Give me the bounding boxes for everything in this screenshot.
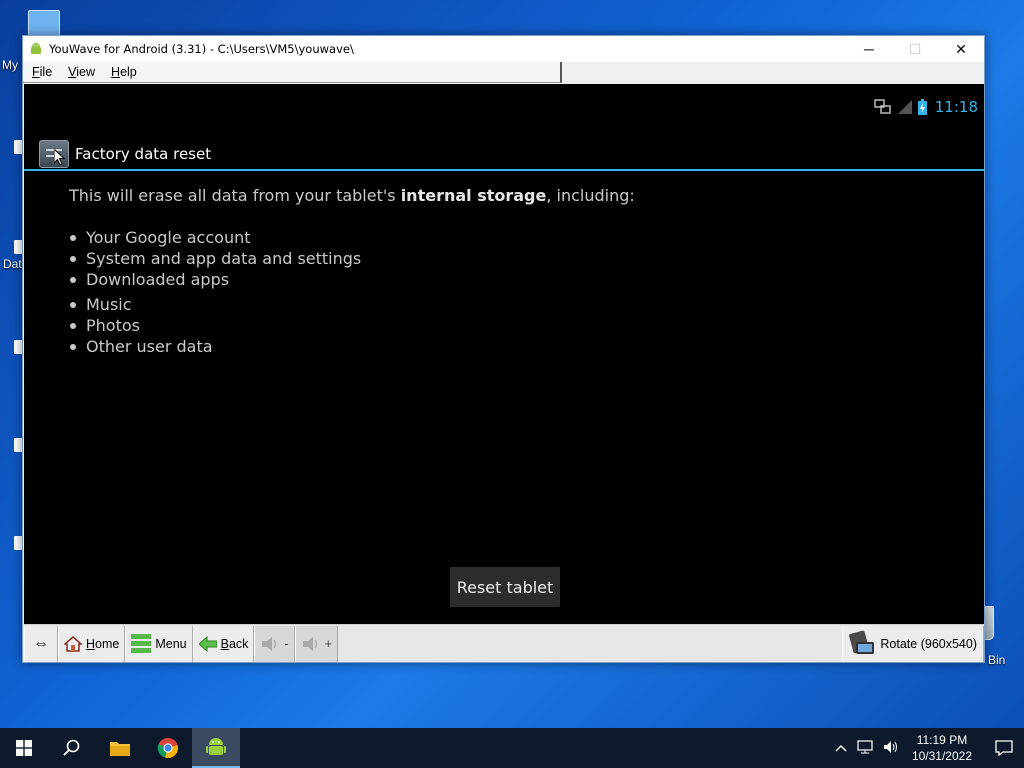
list-item-text: Your Google account	[86, 228, 251, 247]
intro-text: This will erase all data from your table…	[69, 186, 635, 205]
resize-icon: ⇔	[33, 634, 49, 652]
menubar: File View Help	[23, 62, 984, 83]
home-button[interactable]: Home	[58, 625, 126, 662]
android-screen[interactable]: 11:18 Factory data reset This will erase…	[24, 84, 984, 624]
menu-view-label: iew	[76, 65, 96, 79]
network-icon	[874, 99, 891, 114]
reset-tablet-button[interactable]: Reset tablet	[450, 567, 560, 607]
window-title: YouWave for Android (3.31) - C:\Users\VM…	[49, 42, 354, 56]
window-titlebar[interactable]: YouWave for Android (3.31) - C:\Users\VM…	[23, 36, 984, 62]
taskbar-clock[interactable]: 11:19 PM 10/31/2022	[912, 732, 972, 764]
windows-logo-icon	[16, 740, 32, 756]
minimize-button[interactable]: ─	[846, 36, 892, 62]
android-app-icon	[31, 43, 41, 54]
back-button[interactable]: Back	[192, 625, 255, 662]
intro-prefix: This will erase all data from your table…	[69, 186, 401, 205]
volume-up-label: +	[324, 636, 332, 651]
youwave-taskbar-button[interactable]	[192, 728, 240, 768]
back-label: Back	[220, 636, 249, 651]
chrome-icon	[157, 738, 178, 758]
emulator-toolbar: ⇔ Home Menu Back - + Rotate (960x540)	[24, 624, 984, 662]
intro-suffix: , including:	[546, 186, 635, 205]
list-item: Music	[69, 294, 635, 315]
menu-file[interactable]: File	[23, 65, 59, 79]
clock-time: 11:19 PM	[916, 733, 968, 747]
volume-down-button[interactable]: -	[254, 625, 295, 662]
menu-view[interactable]: View	[59, 65, 102, 79]
windows-taskbar: 11:19 PM 10/31/2022	[0, 728, 1024, 768]
menu-icon	[131, 633, 152, 653]
notification-icon	[995, 740, 1013, 756]
action-bar: Factory data reset	[24, 138, 984, 171]
speaker-icon	[302, 636, 317, 651]
list-item-text: Photos	[86, 316, 140, 335]
file-explorer-button[interactable]	[96, 728, 144, 768]
maximize-button[interactable]: ☐	[892, 36, 938, 62]
list-item-text: Other user data	[86, 337, 213, 356]
menu-help-mnemonic: H	[111, 65, 121, 79]
desktop-folder-icon[interactable]	[28, 10, 60, 36]
chrome-button[interactable]	[144, 728, 192, 768]
rotate-label: Rotate (960x540)	[880, 636, 977, 651]
menu-help[interactable]: Help	[102, 65, 144, 79]
intro-bold: internal storage	[400, 186, 547, 205]
desktop-icon-label-my: My	[2, 58, 18, 72]
search-button[interactable]	[48, 728, 96, 768]
home-icon	[64, 635, 82, 652]
list-item-text: Music	[86, 295, 132, 314]
home-label: Home	[86, 636, 120, 651]
list-item: Your Google account	[69, 227, 635, 248]
list-item: Other user data	[69, 336, 635, 357]
action-bar-title: Factory data reset	[75, 144, 212, 163]
menu-button[interactable]: Menu	[125, 625, 193, 662]
signal-icon	[897, 100, 912, 114]
resize-button[interactable]: ⇔	[24, 625, 58, 662]
reset-description: This will erase all data from your table…	[69, 186, 635, 357]
desktop-icon-label-dat: Dat	[3, 257, 22, 271]
back-arrow-icon	[198, 635, 217, 652]
battery-charging-icon	[917, 99, 927, 115]
speaker-icon	[262, 636, 277, 651]
volume-down-label: -	[284, 636, 289, 651]
notification-center-button[interactable]	[984, 728, 1024, 768]
system-tray: 11:19 PM 10/31/2022	[830, 728, 1024, 768]
desktop-icon-label-bin: Bin	[988, 653, 1006, 667]
volume-tray-icon[interactable]	[883, 740, 899, 757]
mouse-cursor-icon	[54, 149, 66, 166]
list-item: System and app data and settings	[69, 248, 635, 269]
volume-up-button[interactable]: +	[294, 625, 338, 662]
start-button[interactable]	[0, 728, 48, 768]
list-item-text: Downloaded apps	[86, 270, 230, 289]
network-tray-icon[interactable]	[857, 739, 873, 757]
close-button[interactable]: ✕	[938, 36, 984, 62]
rotate-device-icon	[849, 630, 875, 654]
list-item-text: System and app data and settings	[86, 249, 362, 268]
rotate-button[interactable]: Rotate (960x540)	[842, 625, 984, 662]
android-statusbar: 11:18	[874, 98, 978, 116]
menu-label: Menu	[155, 636, 187, 651]
menu-help-label: elp	[120, 65, 137, 79]
chevron-up-icon[interactable]	[835, 741, 847, 755]
menu-file-mnemonic: F	[32, 65, 40, 79]
list-item: Downloaded apps	[69, 269, 635, 290]
menu-file-label: ile	[39, 65, 53, 79]
clock-date: 10/31/2022	[911, 749, 972, 763]
list-item: Photos	[69, 315, 635, 336]
erase-list: Your Google account System and app data …	[69, 227, 635, 357]
android-icon	[206, 738, 226, 755]
youwave-window: YouWave for Android (3.31) - C:\Users\VM…	[22, 35, 985, 663]
search-icon	[63, 739, 80, 756]
status-time: 11:18	[934, 98, 978, 116]
folder-icon	[110, 742, 130, 756]
